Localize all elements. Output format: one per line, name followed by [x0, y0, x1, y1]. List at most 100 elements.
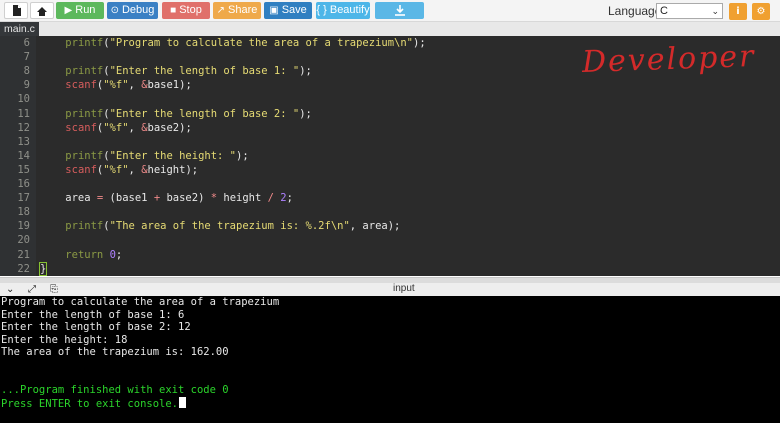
upload-icon [37, 7, 47, 16]
collapse-icon[interactable]: ⌄ [6, 283, 14, 296]
line-number: 21 [17, 248, 30, 261]
input-bar: ⌄ ⤢ ⎘ input [0, 283, 780, 296]
save-label: Save [281, 4, 307, 16]
download-button[interactable] [375, 2, 424, 19]
line-number: 10 [17, 93, 30, 106]
upload-button[interactable] [30, 2, 54, 19]
code-text: scanf("%f", &base2); [40, 121, 192, 135]
new-file-button[interactable] [4, 2, 28, 19]
console-text: Enter the length of base 2: 12 [1, 321, 191, 334]
language-value: C [660, 5, 668, 17]
code-editor[interactable]: 6 printf("Program to calculate the area … [0, 36, 780, 276]
output-console[interactable]: Program to calculate the area of a trape… [0, 296, 780, 423]
code-line: 17 area = (base1 + base2) * height / 2; [0, 191, 780, 205]
save-button[interactable]: ▣ Save [264, 2, 312, 19]
code-line: 15 scanf("%f", &height); [0, 163, 780, 177]
code-text: printf("The area of the trapezium is: %.… [40, 219, 400, 233]
stop-icon: ■ [170, 5, 177, 16]
line-number: 9 [23, 79, 30, 92]
debug-label: Debug [121, 4, 155, 16]
tab-main-c[interactable]: main.c [0, 22, 39, 36]
line-number: 11 [17, 107, 30, 120]
code-token: ; [115, 248, 123, 261]
code-token: "Enter the length of base 2: " [109, 107, 300, 120]
code-line: 21 return 0; [0, 248, 780, 262]
code-text: } [38, 261, 48, 276]
console-line: ...Program finished with exit code 0 [1, 384, 229, 397]
code-token: "Enter the height: " [109, 149, 236, 162]
tab-bar: main.c [0, 22, 780, 36]
line-number: 8 [23, 65, 30, 78]
stop-label: Stop [179, 4, 202, 16]
share-button[interactable]: ↗ Share [213, 2, 261, 19]
line-number: 20 [17, 234, 30, 247]
code-token: , [128, 79, 142, 92]
code-token: height [217, 192, 268, 205]
language-select[interactable]: C ⌄ [656, 3, 723, 19]
code-token: "Program to calculate the area of a trap… [109, 37, 413, 49]
code-text: printf("Enter the length of base 2: "); [40, 107, 312, 121]
copy-icon[interactable]: ⎘ [50, 283, 58, 296]
code-line: 10 [0, 92, 780, 106]
code-token: ); [299, 107, 312, 120]
code-token: ); [413, 37, 426, 49]
code-token: , area); [349, 220, 401, 233]
code-line: 16 [0, 177, 780, 191]
code-token: base2); [147, 121, 192, 134]
code-text: printf("Enter the height: "); [40, 149, 249, 163]
code-text: return 0; [40, 248, 122, 262]
file-icon [13, 5, 21, 16]
line-number: 12 [17, 121, 30, 134]
code-token: "The area of the trapezium is: %.2f\n" [109, 220, 350, 233]
play-icon: ▶ [64, 5, 73, 16]
input-label: input [393, 283, 415, 294]
code-line: 20 [0, 233, 780, 247]
line-number: 14 [17, 149, 30, 162]
line-number: 19 [17, 220, 30, 233]
code-token: , [128, 121, 142, 134]
stop-button[interactable]: ■ Stop [162, 2, 210, 19]
console-text: Enter the length of base 1: 6 [1, 308, 185, 321]
code-token: base2) [160, 192, 211, 205]
code-token: (base1 [103, 192, 154, 205]
code-token: } [38, 261, 48, 276]
code-token: return [65, 248, 104, 261]
code-token: "%f" [103, 163, 129, 176]
code-token: printf [65, 107, 104, 120]
console-line: Enter the height: 18 [1, 334, 127, 347]
line-number: 13 [17, 135, 30, 148]
expand-icon[interactable]: ⤢ [28, 283, 36, 296]
line-number: 16 [17, 178, 30, 190]
code-text: printf("Program to calculate the area of… [40, 36, 426, 50]
code-line: 13 [0, 135, 780, 149]
info-button[interactable]: i [729, 3, 747, 20]
debug-icon: ⊙ [110, 5, 119, 16]
line-number: 6 [23, 37, 30, 49]
settings-button[interactable]: ⚙ [752, 3, 770, 20]
beautify-button[interactable]: { } Beautify [316, 2, 370, 19]
code-token: ); [236, 149, 249, 162]
code-line: 19 printf("The area of the trapezium is:… [0, 219, 780, 233]
line-number: 18 [17, 206, 30, 219]
run-label: Run [75, 4, 96, 16]
chevron-down-icon: ⌄ [711, 6, 719, 16]
line-number: 7 [23, 51, 30, 64]
debug-button[interactable]: ⊙ Debug [107, 2, 158, 19]
console-text: ...Program finished with exit code 0 [1, 384, 229, 397]
run-button[interactable]: ▶ Run [56, 2, 104, 19]
language-label: Language [608, 4, 662, 18]
info-icon: i [736, 6, 740, 17]
console-line: Enter the length of base 1: 6 [1, 309, 184, 322]
code-token: ; [286, 192, 293, 205]
code-token: "%f" [103, 79, 129, 92]
code-line: 18 [0, 205, 780, 219]
console-line: Enter the length of base 2: 12 [1, 321, 191, 334]
code-text: scanf("%f", &base1); [40, 78, 191, 92]
